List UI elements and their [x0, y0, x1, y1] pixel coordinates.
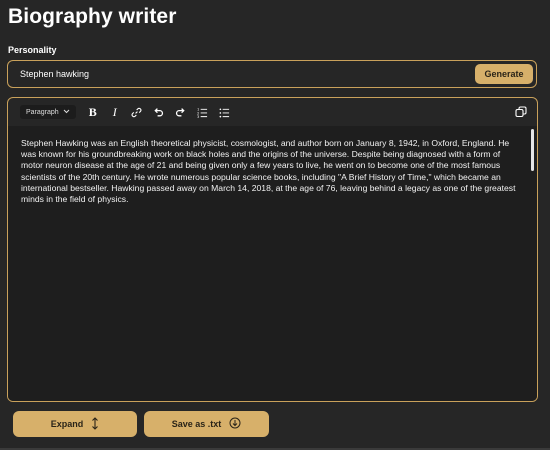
copy-icon[interactable]	[513, 104, 529, 120]
ordered-list-icon[interactable]: 1 2 3	[194, 103, 212, 121]
biography-text: Stephen Hawking was an English theoretic…	[21, 138, 516, 205]
italic-icon[interactable]: I	[106, 103, 124, 121]
save-label: Save as .txt	[171, 419, 222, 429]
save-as-txt-button[interactable]: Save as .txt	[144, 411, 269, 437]
personality-field: Generate	[7, 60, 537, 88]
editor-content[interactable]: Stephen Hawking was an English theoretic…	[8, 126, 537, 401]
biography-editor: Paragraph B I 1 2 3 Stephen Hawking was …	[7, 97, 538, 402]
block-format-select[interactable]: Paragraph	[20, 105, 76, 119]
block-format-label: Paragraph	[26, 108, 59, 116]
bullet-list-icon[interactable]	[216, 103, 234, 121]
resize-vertical-icon	[91, 416, 99, 432]
editor-toolbar: Paragraph B I 1 2 3	[8, 98, 537, 126]
generate-button[interactable]: Generate	[475, 64, 533, 84]
redo-icon[interactable]	[172, 103, 190, 121]
chevron-down-icon	[63, 109, 70, 116]
undo-icon[interactable]	[150, 103, 168, 121]
bold-icon[interactable]: B	[84, 103, 102, 121]
personality-input[interactable]	[16, 61, 464, 87]
page-title: Biography writer	[8, 5, 177, 28]
download-icon	[229, 417, 241, 431]
link-icon[interactable]	[128, 103, 146, 121]
editor-scrollbar[interactable]	[531, 129, 534, 171]
svg-text:3: 3	[197, 115, 200, 118]
expand-label: Expand	[50, 419, 84, 429]
expand-button[interactable]: Expand	[13, 411, 137, 437]
personality-label: Personality	[8, 45, 57, 55]
